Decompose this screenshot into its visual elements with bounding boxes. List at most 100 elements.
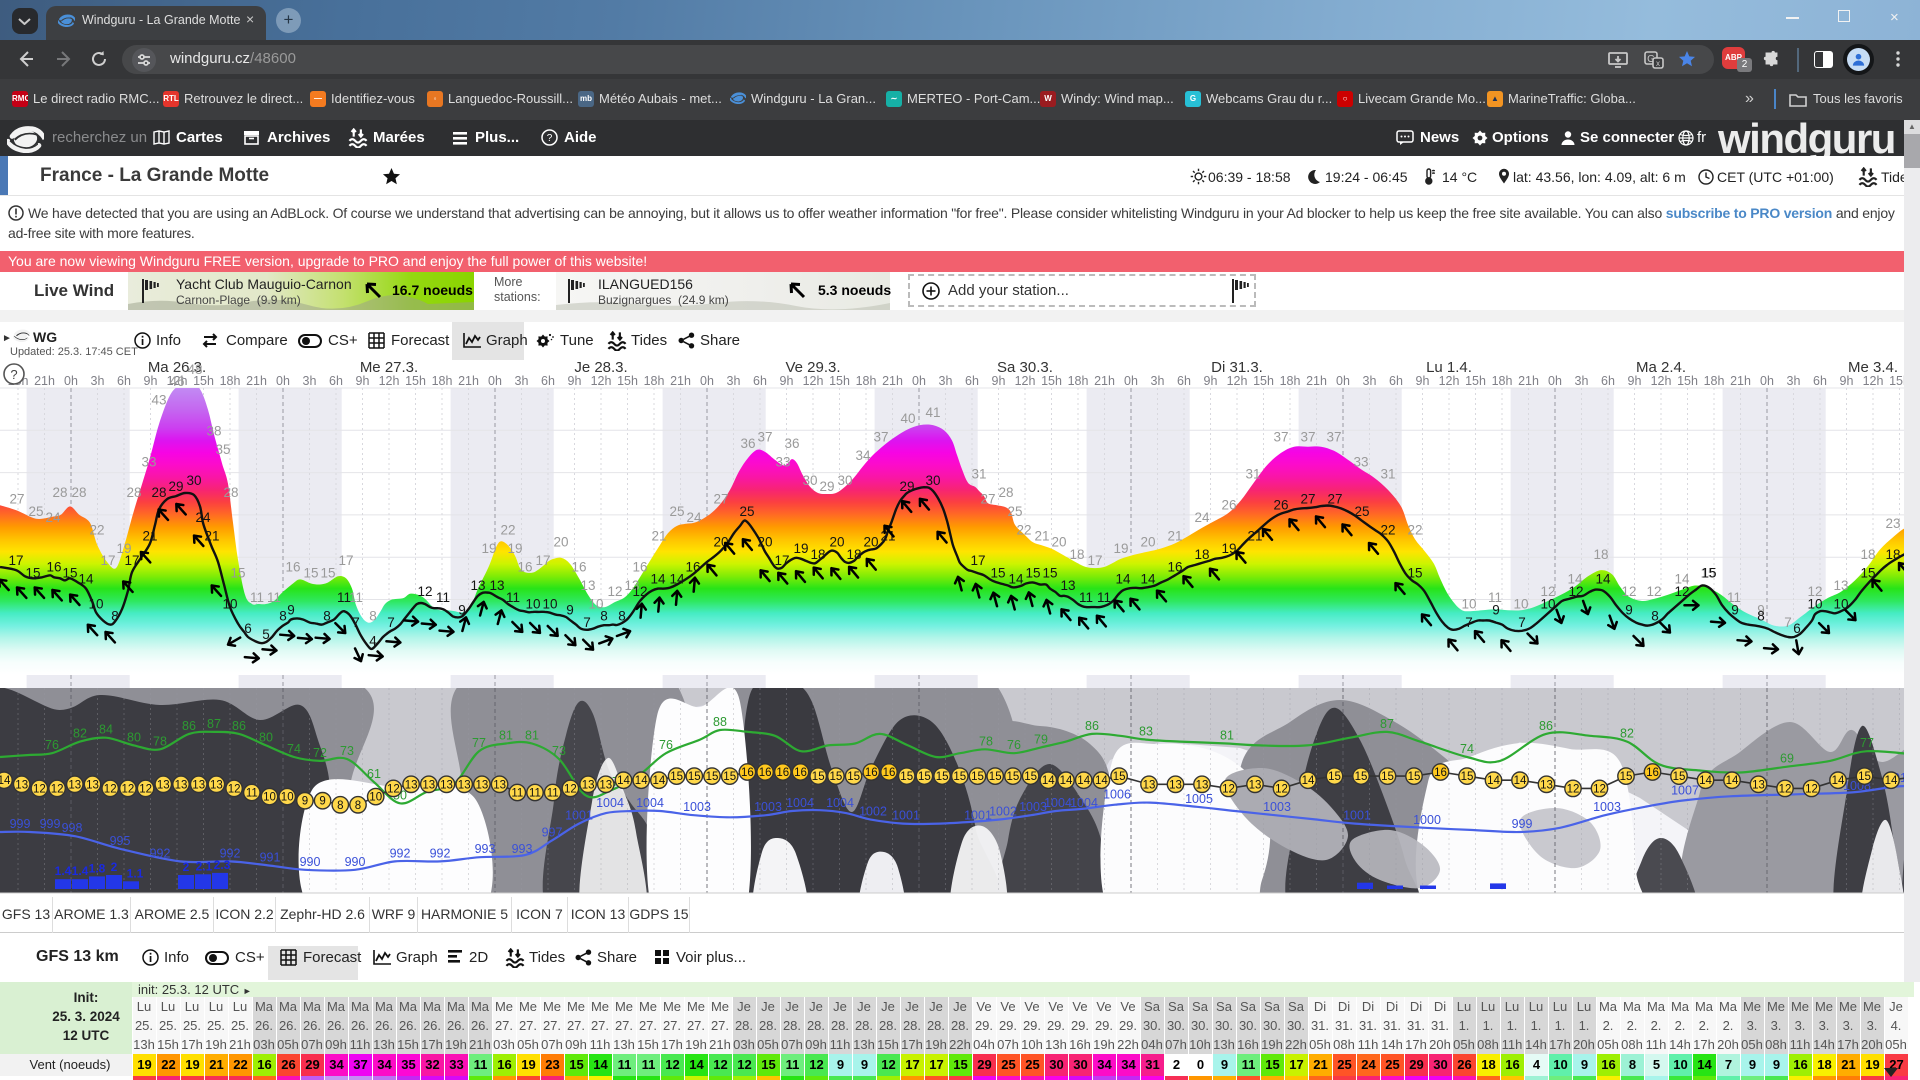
svg-text:21: 21 xyxy=(651,528,666,543)
svg-text:8: 8 xyxy=(279,609,287,624)
svg-text:12: 12 xyxy=(104,783,117,795)
svg-text:20: 20 xyxy=(757,535,772,550)
svg-text:9: 9 xyxy=(319,796,325,808)
svg-text:15: 15 xyxy=(971,771,984,783)
svg-text:30: 30 xyxy=(186,473,201,488)
svg-text:20: 20 xyxy=(863,535,878,550)
svg-text:1001: 1001 xyxy=(964,809,992,823)
svg-text:13: 13 xyxy=(86,779,99,791)
svg-text:24: 24 xyxy=(45,510,61,525)
svg-text:1.1: 1.1 xyxy=(127,866,144,880)
svg-text:14: 14 xyxy=(1008,572,1024,587)
svg-text:14: 14 xyxy=(1726,775,1739,787)
svg-text:17: 17 xyxy=(535,553,550,568)
svg-text:13: 13 xyxy=(1169,779,1182,791)
svg-text:7: 7 xyxy=(583,615,591,630)
svg-text:40: 40 xyxy=(900,411,915,426)
svg-text:9: 9 xyxy=(1625,603,1633,618)
svg-text:73: 73 xyxy=(552,744,566,758)
svg-text:88: 88 xyxy=(713,715,727,729)
svg-text:84: 84 xyxy=(99,723,113,737)
svg-text:1004: 1004 xyxy=(636,796,664,810)
svg-text:28: 28 xyxy=(126,485,141,500)
svg-text:12h: 12h xyxy=(803,374,824,388)
svg-text:13: 13 xyxy=(15,779,28,791)
svg-text:0h: 0h xyxy=(1336,374,1350,388)
svg-text:11: 11 xyxy=(547,788,559,800)
svg-text:11: 11 xyxy=(337,590,351,605)
svg-text:12: 12 xyxy=(1222,783,1235,795)
svg-text:992: 992 xyxy=(390,846,411,860)
svg-text:1.8: 1.8 xyxy=(89,861,106,875)
svg-text:13: 13 xyxy=(1752,779,1765,791)
svg-text:6h: 6h xyxy=(1813,374,1827,388)
svg-text:21: 21 xyxy=(1167,528,1182,543)
svg-text:10: 10 xyxy=(1461,596,1476,611)
svg-text:9h: 9h xyxy=(1628,374,1642,388)
svg-text:14: 14 xyxy=(0,775,11,787)
svg-text:14: 14 xyxy=(1140,572,1156,587)
svg-text:11: 11 xyxy=(349,590,363,605)
svg-text:13: 13 xyxy=(489,578,504,593)
svg-text:21h: 21h xyxy=(1518,374,1539,388)
svg-text:15: 15 xyxy=(303,566,318,581)
svg-text:14: 14 xyxy=(1699,775,1712,787)
svg-text:1004: 1004 xyxy=(826,796,854,810)
svg-text:16: 16 xyxy=(46,559,61,574)
svg-text:?: ? xyxy=(10,367,17,382)
svg-text:10: 10 xyxy=(1833,596,1848,611)
svg-text:20: 20 xyxy=(1051,535,1066,550)
svg-text:1004: 1004 xyxy=(1044,796,1072,810)
svg-text:22: 22 xyxy=(89,522,104,537)
svg-text:15: 15 xyxy=(847,771,860,783)
svg-text:31: 31 xyxy=(971,467,986,482)
svg-text:30: 30 xyxy=(837,473,852,488)
svg-text:30: 30 xyxy=(925,473,940,488)
svg-text:18h: 18h xyxy=(856,374,877,388)
svg-text:11: 11 xyxy=(436,590,450,605)
svg-text:12: 12 xyxy=(1674,584,1689,599)
svg-text:15: 15 xyxy=(1328,771,1341,783)
svg-text:30: 30 xyxy=(802,473,817,488)
svg-text:13: 13 xyxy=(405,779,418,791)
svg-text:9h: 9h xyxy=(992,374,1006,388)
svg-text:18: 18 xyxy=(1885,547,1900,562)
svg-text:6: 6 xyxy=(1793,621,1801,636)
svg-text:81: 81 xyxy=(1220,729,1234,743)
svg-text:9h: 9h xyxy=(780,374,794,388)
svg-text:31: 31 xyxy=(1245,467,1260,482)
svg-text:992: 992 xyxy=(430,846,451,860)
svg-text:37: 37 xyxy=(1273,430,1288,445)
svg-text:24: 24 xyxy=(686,510,702,525)
svg-text:15: 15 xyxy=(670,771,683,783)
svg-text:1002: 1002 xyxy=(859,804,887,818)
svg-text:13: 13 xyxy=(1143,779,1156,791)
svg-text:12: 12 xyxy=(122,783,135,795)
svg-text:992: 992 xyxy=(150,846,171,860)
svg-text:87: 87 xyxy=(207,717,221,731)
svg-text:16: 16 xyxy=(741,767,754,779)
svg-text:18h: 18h xyxy=(220,374,241,388)
svg-text:12: 12 xyxy=(417,584,432,599)
svg-text:86: 86 xyxy=(1539,719,1553,733)
svg-text:1003: 1003 xyxy=(1593,800,1621,814)
svg-text:3h: 3h xyxy=(91,374,105,388)
svg-text:2: 2 xyxy=(111,860,118,874)
svg-text:46: 46 xyxy=(169,374,184,389)
svg-text:15h: 15h xyxy=(1253,374,1274,388)
svg-text:15: 15 xyxy=(918,771,931,783)
svg-text:9h: 9h xyxy=(1416,374,1430,388)
svg-text:15: 15 xyxy=(900,771,913,783)
svg-text:80: 80 xyxy=(259,730,273,744)
svg-text:77: 77 xyxy=(1860,736,1874,750)
svg-text:995: 995 xyxy=(110,834,131,848)
svg-text:19: 19 xyxy=(481,541,496,556)
svg-text:993: 993 xyxy=(475,842,496,856)
svg-text:8: 8 xyxy=(337,800,343,812)
svg-text:87: 87 xyxy=(1380,717,1394,731)
svg-text:17: 17 xyxy=(8,553,23,568)
svg-text:1003: 1003 xyxy=(754,800,782,814)
svg-text:1.4: 1.4 xyxy=(72,864,89,878)
svg-text:12: 12 xyxy=(387,783,400,795)
svg-text:15: 15 xyxy=(1858,771,1871,783)
